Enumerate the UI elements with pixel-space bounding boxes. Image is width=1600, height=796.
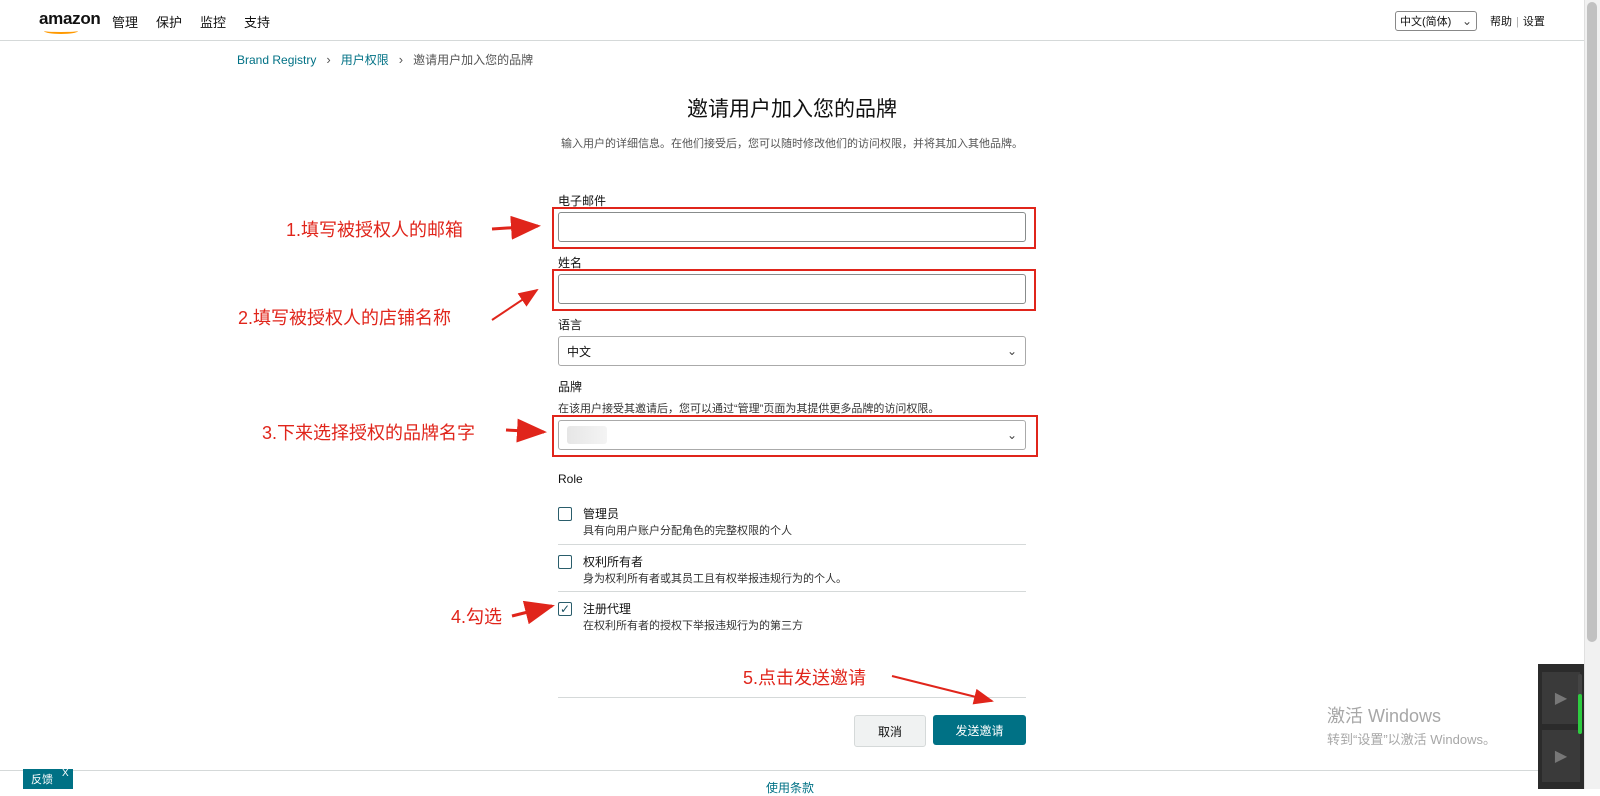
brand-label: 品牌 (558, 380, 583, 394)
rights-owner-checkbox[interactable] (558, 555, 572, 569)
role-divider (558, 591, 1026, 592)
annotation-step5: 5.点击发送邀请 (743, 668, 867, 688)
amazon-logo[interactable]: amazon (39, 9, 101, 29)
form-footer-divider (558, 697, 1026, 698)
settings-link[interactable]: 设置 (1523, 16, 1545, 28)
page-bottom-divider (0, 770, 1584, 771)
breadcrumb-user-permissions[interactable]: 用户权限 (341, 51, 389, 68)
chevron-right-icon: › (398, 52, 404, 67)
breadcrumb-current: 邀请用户加入您的品牌 (413, 53, 534, 67)
video-pane-icon[interactable]: ▶ (1542, 730, 1580, 782)
windows-activation-watermark: 激活 Windows (1327, 706, 1442, 726)
annotation-box-email (552, 207, 1036, 249)
annotation-box-name (552, 269, 1036, 311)
chevron-right-icon: › (326, 52, 331, 67)
arrow-step4 (511, 600, 555, 625)
role-title: 权利所有者 (583, 555, 644, 569)
registered-agent-checkbox[interactable]: ✓ (558, 602, 572, 616)
main-nav: 管理 保护 监控 支持 (112, 12, 270, 31)
scrollbar-thumb[interactable] (1587, 2, 1597, 642)
role-desc: 具有向用户账户分配角色的完整权限的个人 (583, 525, 792, 537)
role-label: Role (558, 472, 583, 486)
role-item-rights-owner: 权利所有者 身为权利所有者或其员工且有权举报违规行为的个人。 (558, 553, 1026, 599)
language-select-value: 中文(简体) (1400, 16, 1452, 28)
language-dropdown-value: 中文 (567, 344, 592, 359)
role-item-registered-agent: ✓ 注册代理 在权利所有者的授权下举报违规行为的第三方 (558, 600, 1026, 646)
brand-hint: 在该用户接受其邀请后，您可以通过“管理”页面为其提供更多品牌的访问权限。 (558, 403, 940, 415)
admin-checkbox[interactable] (558, 507, 572, 521)
page-title: 邀请用户加入您的品牌 (687, 98, 897, 121)
video-pane-icon[interactable]: ▶ (1542, 672, 1580, 724)
annotation-step4: 4.勾选 (451, 607, 503, 627)
checkmark-icon: ✓ (559, 602, 571, 616)
role-desc: 在权利所有者的授权下举报违规行为的第三方 (583, 620, 803, 632)
help-link[interactable]: 帮助 (1490, 16, 1512, 28)
send-invite-button[interactable]: 发送邀请 (933, 715, 1026, 745)
page-subtitle: 输入用户的详细信息。在他们接受后，您可以随时修改他们的访问权限，并将其加入其他品… (561, 138, 1023, 150)
chevron-down-icon: ⌄ (1006, 344, 1017, 358)
windows-activation-hint: 转到“设置”以激活 Windows。 (1327, 732, 1497, 747)
role-divider (558, 544, 1026, 545)
side-video-widget: ▶ ▶ (1538, 664, 1584, 789)
annotation-box-brand (552, 415, 1038, 457)
role-title: 管理员 (583, 507, 620, 521)
arrow-step2 (491, 288, 539, 321)
cancel-button[interactable]: 取消 (854, 715, 926, 747)
annotation-step3: 3.下来选择授权的品牌名字 (262, 423, 476, 443)
terms-link[interactable]: 使用条款 (766, 779, 814, 796)
language-label: 语言 (558, 318, 583, 332)
arrow-step3 (505, 418, 547, 443)
link-separator: | (1516, 16, 1519, 28)
feedback-close-icon[interactable]: X (62, 768, 69, 779)
top-links: 帮助 | 设置 (1490, 13, 1545, 29)
nav-monitor[interactable]: 监控 (200, 12, 226, 31)
level-meter-fill (1578, 694, 1582, 734)
amazon-smile-icon (44, 28, 78, 34)
top-bar: amazon 管理 保护 监控 支持 中文(简体) ⌄ 帮助 | 设置 (0, 0, 1584, 41)
chevron-down-icon: ⌄ (1461, 14, 1472, 28)
language-select[interactable]: 中文(简体) ⌄ (1395, 11, 1477, 31)
nav-support[interactable]: 支持 (244, 12, 270, 31)
annotation-step2: 2.填写被授权人的店铺名称 (238, 308, 452, 328)
breadcrumb-brand-registry[interactable]: Brand Registry (237, 53, 316, 67)
arrow-step1 (491, 215, 541, 240)
role-title: 注册代理 (583, 602, 632, 616)
language-dropdown[interactable]: 中文 ⌄ (558, 336, 1026, 366)
annotation-step1: 1.填写被授权人的邮箱 (286, 220, 464, 240)
breadcrumb: Brand Registry › 用户权限 › 邀请用户加入您的品牌 (237, 51, 533, 68)
role-desc: 身为权利所有者或其员工且有权举报违规行为的个人。 (583, 573, 847, 585)
nav-manage[interactable]: 管理 (112, 12, 138, 31)
nav-protect[interactable]: 保护 (156, 12, 182, 31)
